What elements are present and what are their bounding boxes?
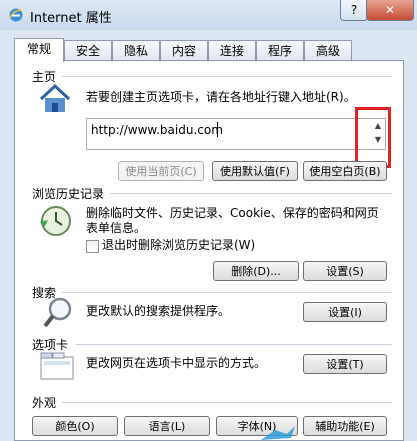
tabs-settings-button[interactable]: 设置(T) <box>303 354 387 374</box>
highlight-box <box>355 107 391 168</box>
tab-bar: 常规 安全 隐私 内容 连接 程序 高级 <box>14 38 404 62</box>
tabs-section-title: 选项卡 <box>32 338 69 352</box>
text-caret <box>217 122 218 137</box>
use-default-button[interactable]: 使用默认值(F) <box>212 161 298 181</box>
delete-on-exit-label: 退出时删除浏览历史记录(W) <box>102 238 256 252</box>
use-current-button[interactable]: 使用当前页(C) <box>118 161 204 181</box>
history-description-line1: 删除临时文件、历史记录、Cookie、保存的密码和网页 <box>86 206 379 220</box>
colors-button[interactable]: 颜色(O) <box>32 416 118 436</box>
home-page-url-field[interactable]: http://www.baidu.com ▲ ▼ <box>86 118 386 150</box>
tab-general[interactable]: 常规 <box>14 38 64 62</box>
window-title: Internet 属性 <box>30 11 112 26</box>
home-page-url: http://www.baidu.com <box>91 123 223 137</box>
tab-advanced[interactable]: 高级 <box>304 40 352 61</box>
section-divider <box>76 344 392 345</box>
watermark-bird-icon <box>261 426 295 440</box>
tabs-description: 更改网页在选项卡中显示的方式。 <box>86 356 267 370</box>
tabbed-window-icon <box>40 352 74 380</box>
section-divider <box>62 292 392 293</box>
tab-connections[interactable]: 连接 <box>208 40 256 61</box>
section-divider <box>62 402 392 403</box>
search-description: 更改默认的搜索提供程序。 <box>86 304 231 318</box>
tab-programs[interactable]: 程序 <box>256 40 304 61</box>
close-button[interactable]: ✕ <box>366 0 414 21</box>
magnifier-icon <box>43 297 72 328</box>
help-button[interactable]: ? <box>340 0 368 21</box>
internet-explorer-icon <box>9 8 23 22</box>
tab-privacy[interactable]: 隐私 <box>112 40 160 61</box>
delete-on-exit-checkbox[interactable] <box>86 240 99 253</box>
use-blank-button[interactable]: 使用空白页(B) <box>303 161 387 181</box>
tab-security[interactable]: 安全 <box>64 40 112 61</box>
home-description: 若要创建主页选项卡，请在各地址行键入地址(R)。 <box>86 90 356 104</box>
languages-button[interactable]: 语言(L) <box>124 416 210 436</box>
search-settings-button[interactable]: 设置(I) <box>303 302 387 322</box>
title-bar: Internet 属性 ? ✕ <box>0 0 417 30</box>
home-icon <box>39 83 71 112</box>
history-settings-button[interactable]: 设置(S) <box>303 261 387 281</box>
accessibility-button[interactable]: 辅助功能(E) <box>303 416 387 436</box>
tab-content[interactable]: 内容 <box>160 40 208 61</box>
section-divider <box>110 193 392 194</box>
history-clock-icon <box>40 206 71 236</box>
section-divider <box>62 76 392 77</box>
history-section-title: 浏览历史记录 <box>32 187 105 201</box>
delete-history-button[interactable]: 删除(D)... <box>213 261 299 281</box>
appearance-section-title: 外观 <box>32 396 57 410</box>
history-description-line2: 表单信息。 <box>86 221 147 235</box>
